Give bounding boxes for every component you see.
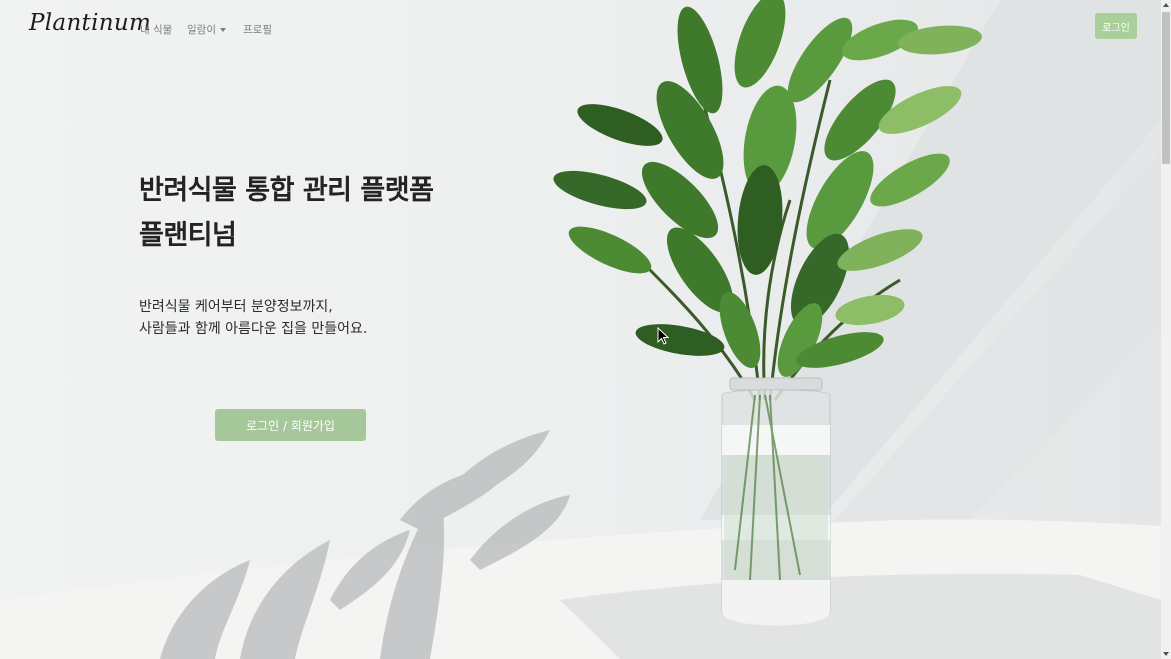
scroll-up-arrow-icon[interactable] xyxy=(1163,3,1169,7)
login-signup-button[interactable]: 로그인 / 회원가입 xyxy=(215,409,366,441)
brand-logo[interactable]: Plantinum xyxy=(29,10,151,36)
mouse-cursor-icon xyxy=(657,327,669,345)
nav-dropdown-toggle[interactable]: 일람이 xyxy=(187,22,226,37)
nav-link-profile[interactable]: 프로필 xyxy=(243,22,272,37)
caret-down-icon xyxy=(219,28,226,32)
scrollbar-thumb[interactable] xyxy=(1162,12,1170,164)
login-button[interactable]: 로그인 xyxy=(1095,13,1137,39)
top-navbar: Plantinum 내 식물 일람이 프로필 로그인 xyxy=(0,0,1161,56)
hero-headline: 반려식물 통합 관리 플랫폼 플랜티넘 xyxy=(139,168,434,258)
hero-description: 반려식물 케어부터 분양정보까지, 사람들과 함께 아름다운 집을 만들어요. xyxy=(139,296,367,340)
nav-link-my-plants[interactable]: 내 식물 xyxy=(140,22,172,37)
scroll-down-arrow-icon[interactable] xyxy=(1163,652,1169,656)
description-line-2: 사람들과 함께 아름다운 집을 만들어요. xyxy=(139,321,368,337)
description-line-1: 반려식물 케어부터 분양정보까지, xyxy=(139,299,333,315)
page-scrollbar[interactable] xyxy=(1161,0,1171,659)
headline-line-1: 반려식물 통합 관리 플랫폼 xyxy=(139,175,434,206)
nav-dropdown-label: 일람이 xyxy=(187,24,216,36)
headline-line-2: 플랜티넘 xyxy=(139,220,237,251)
